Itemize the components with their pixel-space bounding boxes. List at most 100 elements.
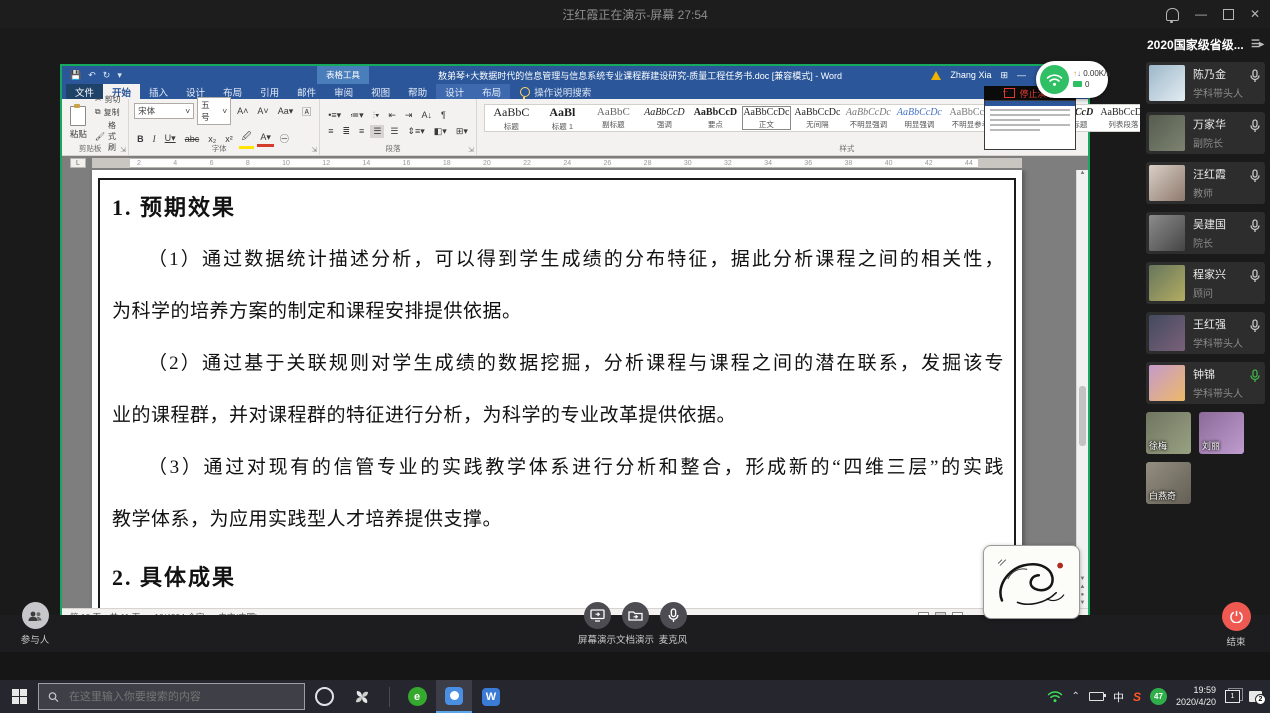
hidden-icons-chevron[interactable]: ⌃: [1072, 691, 1080, 702]
start-button[interactable]: [0, 680, 38, 713]
notification-bell-icon[interactable]: [1166, 8, 1179, 21]
search-input[interactable]: [67, 690, 295, 704]
scrollbar-thumb[interactable]: [1079, 386, 1086, 446]
style-item[interactable]: AaBbCcD 要点: [691, 106, 740, 130]
vertical-scrollbar[interactable]: ▲ ▼ ▲ ● ▼: [1076, 170, 1088, 608]
ribbon-tab[interactable]: 视图: [362, 84, 399, 99]
style-item[interactable]: AaBbCcDc 无间隔: [793, 106, 842, 130]
save-icon[interactable]: 💾: [70, 70, 81, 81]
participant-row[interactable]: 钟锦 学科带头人: [1146, 362, 1265, 404]
justify-button[interactable]: ☰: [370, 125, 384, 138]
shrink-font-icon[interactable]: A˅: [254, 105, 271, 117]
style-item[interactable]: AaBbCcDc 不明显强调: [844, 106, 893, 130]
distribute-button[interactable]: ☰: [387, 125, 401, 138]
minimize-button[interactable]: —: [1195, 8, 1207, 20]
mic-icon[interactable]: [1250, 119, 1260, 138]
font-size-select[interactable]: 五号˅: [197, 97, 231, 125]
style-item[interactable]: AaBl 标题 1: [538, 106, 587, 130]
taskbar-search[interactable]: [38, 683, 305, 710]
scroll-up-icon[interactable]: ▲: [1080, 170, 1086, 176]
maximize-button[interactable]: [1223, 9, 1234, 20]
ribbon-tab[interactable]: 审阅: [325, 84, 362, 99]
ime-indicator[interactable]: 中: [1113, 689, 1124, 705]
multilevel-list-button[interactable]: ⫶▾: [370, 109, 383, 122]
participant-row[interactable]: 程家兴 顾问: [1146, 262, 1265, 304]
redo-icon[interactable]: ↻: [103, 70, 111, 81]
participant-row[interactable]: 陈乃金 学科带头人: [1146, 62, 1265, 104]
ribbon-display-options-icon[interactable]: ⊞: [1000, 70, 1008, 81]
previous-page-icon[interactable]: ▲: [1080, 584, 1086, 590]
style-item[interactable]: AaBbCcDc 明显强调: [895, 106, 944, 130]
mic-icon[interactable]: [1250, 269, 1260, 288]
style-item[interactable]: AaBbCcD 强调: [640, 106, 689, 130]
wecom-taskbar-button[interactable]: [436, 680, 472, 713]
font-name-select[interactable]: 宋体˅: [134, 103, 194, 119]
grow-font-icon[interactable]: A˄: [234, 105, 251, 117]
style-item[interactable]: AaBbC 标题: [487, 106, 536, 130]
line-spacing-button[interactable]: ⇕≡▾: [404, 125, 427, 138]
numbering-button[interactable]: ≔▾: [347, 109, 367, 122]
tab-selector-icon[interactable]: L: [70, 158, 86, 168]
quick-access-dropdown-icon[interactable]: ▾: [117, 70, 122, 81]
sogou-icon[interactable]: S: [1133, 690, 1141, 704]
browser-button[interactable]: e: [398, 680, 436, 713]
end-meeting-button[interactable]: [1222, 602, 1251, 631]
accelerator-ball[interactable]: 47: [1150, 688, 1167, 705]
show-marks-button[interactable]: ¶: [438, 109, 449, 121]
wifi-tray-icon[interactable]: [1047, 690, 1063, 703]
decrease-indent-button[interactable]: ⇤: [385, 109, 399, 122]
participants-button[interactable]: [22, 602, 49, 629]
taskbar-clock[interactable]: 19:59 2020/4/20: [1176, 685, 1216, 708]
participant-row[interactable]: 王红强 学科带头人: [1146, 312, 1265, 354]
wps-button[interactable]: W: [472, 680, 510, 713]
paste-button[interactable]: 粘贴: [67, 102, 90, 144]
battery-icon[interactable]: [1089, 692, 1104, 701]
mic-icon[interactable]: [1250, 69, 1260, 88]
document-area[interactable]: 1. 预期效果（1）通过数据统计描述分析，可以得到学生成绩的分布特征，据此分析课…: [62, 170, 1088, 608]
change-case-icon[interactable]: Aa▾: [275, 105, 297, 118]
clipboard-dialog-launcher[interactable]: ⇲: [120, 146, 126, 154]
align-left-button[interactable]: ≡: [325, 125, 336, 137]
increase-indent-button[interactable]: ⇥: [402, 109, 416, 122]
sort-button[interactable]: A↓: [418, 109, 435, 121]
horizontal-ruler[interactable]: L 24681012141618202224262830323436384042…: [62, 156, 1088, 170]
mic-button[interactable]: [660, 602, 687, 629]
action-center-icon[interactable]: 2: [1249, 691, 1262, 702]
style-item[interactable]: AaBbCcDc 正文: [742, 106, 791, 130]
mic-icon[interactable]: [1250, 369, 1260, 388]
ribbon-tab[interactable]: 布局: [473, 84, 510, 99]
paragraph-dialog-launcher[interactable]: ⇲: [468, 146, 474, 154]
mic-icon[interactable]: [1250, 169, 1260, 188]
clear-format-icon[interactable]: 🄰: [299, 104, 314, 119]
word-minimize-icon[interactable]: —: [1017, 70, 1026, 80]
borders-button[interactable]: ⊞▾: [453, 125, 471, 138]
participant-row[interactable]: 万家华 副院长: [1146, 112, 1265, 154]
undo-icon[interactable]: ↶: [88, 70, 96, 81]
ribbon-tab[interactable]: 设计: [436, 84, 473, 99]
cortana-button[interactable]: [305, 680, 343, 713]
list-menu-icon[interactable]: ☰▸: [1251, 39, 1263, 50]
tell-me-search[interactable]: 操作说明搜索: [520, 84, 591, 99]
participant-tile[interactable]: 刘丽: [1199, 412, 1244, 454]
pinwheel-app-button[interactable]: [343, 680, 381, 713]
copy-button[interactable]: ⧉ 复制: [95, 107, 123, 118]
align-right-button[interactable]: ≡: [356, 125, 367, 137]
participant-tile[interactable]: 白燕奇: [1146, 462, 1191, 504]
participant-row[interactable]: 汪红霞 教师: [1146, 162, 1265, 204]
next-page-icon[interactable]: ▼: [1080, 600, 1086, 606]
align-center-button[interactable]: ≣: [340, 125, 354, 138]
account-name[interactable]: Zhang Xia: [950, 70, 991, 80]
scroll-down-icon[interactable]: ▼: [1080, 576, 1086, 582]
close-button[interactable]: ✕: [1250, 8, 1260, 20]
mic-icon[interactable]: [1250, 219, 1260, 238]
font-dialog-launcher[interactable]: ⇲: [311, 146, 317, 154]
ribbon-tab[interactable]: 帮助: [399, 84, 436, 99]
shading-button[interactable]: ◧▾: [431, 125, 450, 138]
cut-button[interactable]: ✂ 剪切: [95, 94, 123, 105]
style-item[interactable]: AaBbC 副标题: [589, 106, 638, 130]
bullets-button[interactable]: •≡▾: [325, 109, 344, 122]
mic-icon[interactable]: [1250, 319, 1260, 338]
participant-tile[interactable]: 徐梅: [1146, 412, 1191, 454]
select-browse-icon[interactable]: ●: [1081, 592, 1085, 598]
participant-row[interactable]: 吴建国 院长: [1146, 212, 1265, 254]
